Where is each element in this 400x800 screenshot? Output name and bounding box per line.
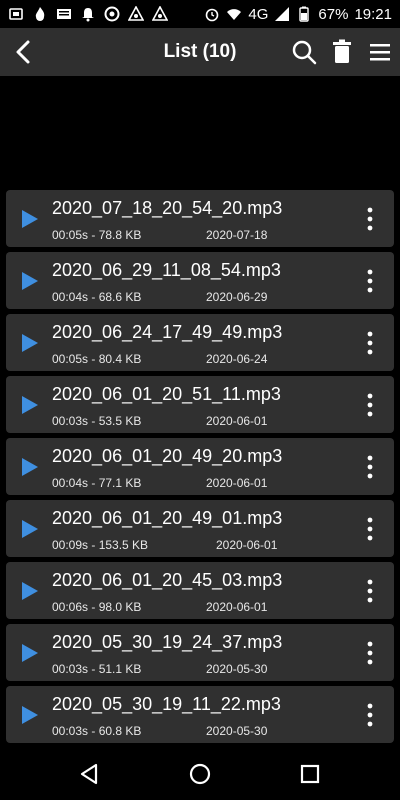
file-meta: 00:06s - 98.0 KB [52, 600, 142, 614]
status-bar-right: 4G 67% 19:21 [204, 6, 392, 23]
file-meta: 00:03s - 60.8 KB [52, 724, 142, 738]
list-item[interactable]: 2020_05_30_19_24_37.mp3 00:03s - 51.1 KB… [6, 624, 394, 681]
play-icon[interactable] [20, 642, 40, 664]
more-options-icon[interactable] [360, 578, 380, 604]
status-bar: 4G 67% 19:21 [0, 0, 400, 28]
play-icon[interactable] [20, 394, 40, 416]
list-item[interactable]: 2020_06_01_20_51_11.mp3 00:03s - 53.5 KB… [6, 376, 394, 433]
file-name: 2020_05_30_19_11_22.mp3 [52, 694, 281, 714]
file-name: 2020_05_30_19_24_37.mp3 [52, 632, 283, 652]
more-options-icon[interactable] [360, 392, 380, 418]
system-nav-bar [0, 748, 400, 800]
network-type: 4G [248, 5, 269, 23]
play-icon[interactable] [20, 518, 40, 540]
wifi-icon [227, 9, 242, 20]
file-name: 2020_06_01_20_51_11.mp3 [52, 384, 281, 404]
nav-home-icon[interactable] [186, 760, 214, 788]
file-meta: 00:05s - 78.8 KB [52, 228, 142, 242]
recordings-list: 2020_07_18_20_54_20.mp3 00:05s - 78.8 KB… [6, 190, 394, 763]
list-item[interactable]: 2020_06_24_17_49_49.mp3 00:05s - 80.4 KB… [6, 314, 394, 371]
file-meta: 00:04s - 77.1 KB [52, 476, 142, 490]
play-icon[interactable] [20, 704, 40, 726]
more-options-icon[interactable] [360, 268, 380, 294]
file-name: 2020_06_29_11_08_54.mp3 [52, 260, 281, 280]
file-meta: 00:03s - 53.5 KB [52, 414, 142, 428]
more-options-icon[interactable] [360, 702, 380, 728]
play-icon[interactable] [20, 208, 40, 230]
file-date: 2020-06-01 [216, 538, 278, 552]
clock: 19:21 [354, 5, 392, 23]
trash-icon[interactable] [326, 36, 358, 68]
file-date: 2020-06-01 [206, 600, 268, 614]
file-name: 2020_06_01_20_45_03.mp3 [52, 570, 283, 590]
file-date: 2020-07-18 [206, 228, 268, 242]
app-icon [104, 6, 120, 22]
play-icon[interactable] [20, 270, 40, 292]
more-options-icon[interactable] [360, 206, 380, 232]
more-options-icon[interactable] [360, 640, 380, 666]
nav-recents-icon[interactable] [296, 760, 324, 788]
file-date: 2020-05-30 [206, 662, 268, 676]
flame-icon [35, 7, 45, 21]
file-name: 2020_06_01_20_49_01.mp3 [52, 508, 283, 528]
nav-back-icon[interactable] [76, 760, 104, 788]
battery-icon [299, 6, 310, 22]
file-date: 2020-05-30 [206, 724, 268, 738]
file-date: 2020-06-24 [206, 352, 268, 366]
news-icon [57, 9, 71, 19]
bell-icon [82, 8, 94, 22]
file-date: 2020-06-01 [206, 414, 268, 428]
file-name: 2020_06_01_20_49_20.mp3 [52, 446, 283, 466]
file-meta: 00:04s - 68.6 KB [52, 290, 142, 304]
more-options-icon[interactable] [360, 516, 380, 542]
status-bar-left [8, 6, 168, 22]
back-arrow-icon[interactable] [8, 36, 40, 68]
file-date: 2020-06-29 [206, 290, 268, 304]
notification-icon [9, 8, 23, 20]
alarm-icon [206, 8, 219, 22]
vpn-icon [128, 6, 144, 21]
search-icon[interactable] [288, 36, 320, 68]
list-item[interactable]: 2020_06_29_11_08_54.mp3 00:04s - 68.6 KB… [6, 252, 394, 309]
file-name: 2020_07_18_20_54_20.mp3 [52, 198, 283, 218]
play-icon[interactable] [20, 456, 40, 478]
more-options-icon[interactable] [360, 330, 380, 356]
list-item[interactable]: 2020_07_18_20_54_20.mp3 00:05s - 78.8 KB… [6, 190, 394, 247]
file-name: 2020_06_24_17_49_49.mp3 [52, 322, 283, 342]
file-meta: 00:03s - 51.1 KB [52, 662, 142, 676]
list-item[interactable]: 2020_05_30_19_11_22.mp3 00:03s - 60.8 KB… [6, 686, 394, 743]
signal-icon [275, 7, 290, 21]
vpn-icon [152, 6, 168, 21]
play-icon[interactable] [20, 332, 40, 354]
battery-level: 67% [318, 5, 349, 23]
file-date: 2020-06-01 [206, 476, 268, 490]
list-item[interactable]: 2020_06_01_20_45_03.mp3 00:06s - 98.0 KB… [6, 562, 394, 619]
file-meta: 00:05s - 80.4 KB [52, 352, 142, 366]
list-item[interactable]: 2020_06_01_20_49_20.mp3 00:04s - 77.1 KB… [6, 438, 394, 495]
more-options-icon[interactable] [360, 454, 380, 480]
play-icon[interactable] [20, 580, 40, 602]
app-bar: List (10) [0, 28, 400, 76]
menu-icon[interactable] [364, 36, 396, 68]
list-item[interactable]: 2020_06_01_20_49_01.mp3 00:09s - 153.5 K… [6, 500, 394, 557]
file-meta: 00:09s - 153.5 KB [52, 538, 149, 552]
